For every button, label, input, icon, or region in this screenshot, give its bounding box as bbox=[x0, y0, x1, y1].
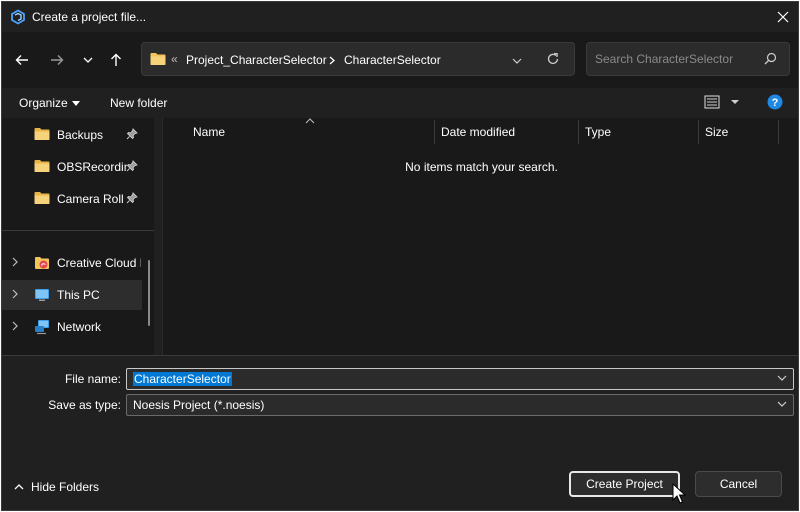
save-type-value: Noesis Project (*.noesis) bbox=[133, 398, 265, 412]
nav-scrollbar[interactable] bbox=[148, 260, 150, 326]
save-type-select[interactable]: Noesis Project (*.noesis) bbox=[126, 394, 794, 416]
arrow-up-icon bbox=[111, 53, 121, 66]
column-divider[interactable] bbox=[434, 120, 435, 144]
address-bar[interactable]: « Project_CharacterSelector CharacterSel… bbox=[141, 42, 575, 76]
change-view-button[interactable] bbox=[704, 94, 744, 113]
chevron-down-icon[interactable] bbox=[777, 401, 787, 407]
nav-item-label: OBSRecordings bbox=[57, 160, 127, 174]
column-header-date-modified[interactable]: Date modified bbox=[441, 125, 515, 139]
column-divider[interactable] bbox=[578, 120, 579, 144]
search-icon bbox=[764, 52, 777, 65]
help-button[interactable]: ? bbox=[767, 94, 783, 113]
breadcrumb-current[interactable]: CharacterSelector bbox=[344, 53, 441, 67]
folder-icon bbox=[150, 53, 166, 65]
window-title: Create a project file... bbox=[32, 10, 147, 24]
sort-ascending-icon bbox=[305, 118, 315, 124]
organize-menu[interactable]: Organize bbox=[19, 96, 68, 110]
address-overflow[interactable]: « bbox=[171, 52, 178, 66]
up-button[interactable] bbox=[104, 48, 128, 72]
recent-locations-button[interactable] bbox=[76, 48, 100, 72]
help-icon: ? bbox=[767, 94, 783, 110]
pin-icon bbox=[126, 160, 138, 172]
nav-item-label: Network bbox=[57, 320, 102, 334]
file-list[interactable]: Name Date modified Type Size No items ma… bbox=[163, 118, 798, 355]
refresh-icon bbox=[547, 52, 559, 64]
refresh-button[interactable] bbox=[546, 52, 560, 69]
column-header-size[interactable]: Size bbox=[705, 125, 728, 139]
chevron-right-icon bbox=[12, 257, 18, 267]
mouse-cursor-icon bbox=[672, 483, 686, 504]
cancel-button[interactable]: Cancel bbox=[695, 471, 782, 497]
forward-button[interactable] bbox=[45, 48, 69, 72]
back-button[interactable] bbox=[10, 48, 34, 72]
hide-folders-label: Hide Folders bbox=[31, 480, 100, 494]
chevron-up-icon bbox=[14, 484, 24, 490]
hide-folders-button[interactable]: Hide Folders bbox=[14, 480, 99, 494]
nav-item-obsrecordings[interactable]: OBSRecordings bbox=[2, 152, 142, 182]
column-divider[interactable] bbox=[698, 120, 699, 144]
folder-icon bbox=[34, 160, 50, 172]
chevron-down-icon[interactable] bbox=[777, 375, 787, 381]
empty-message: No items match your search. bbox=[405, 160, 558, 174]
create-project-button[interactable]: Create Project bbox=[569, 471, 680, 497]
computer-icon bbox=[35, 289, 49, 301]
nav-item-network[interactable]: Network bbox=[2, 312, 142, 342]
chevron-down-icon bbox=[83, 57, 93, 63]
title-bar: Create a project file... bbox=[2, 2, 798, 32]
pin-icon bbox=[126, 128, 138, 140]
breadcrumb-project[interactable]: Project_CharacterSelector bbox=[186, 53, 327, 67]
navigation-pane[interactable]: Backups OBSRecordings Camera Roll bbox=[2, 118, 154, 355]
pin-icon bbox=[126, 192, 138, 204]
address-history-button[interactable] bbox=[512, 53, 522, 67]
close-button[interactable] bbox=[768, 2, 798, 32]
nav-item-this-pc[interactable]: This PC bbox=[2, 280, 142, 310]
new-folder-button[interactable]: New folder bbox=[110, 96, 167, 110]
nav-item-camera-roll[interactable]: Camera Roll bbox=[2, 184, 142, 214]
nav-divider bbox=[2, 230, 154, 231]
search-input[interactable] bbox=[595, 51, 755, 67]
arrow-left-icon bbox=[15, 55, 28, 65]
column-header-type[interactable]: Type bbox=[585, 125, 611, 139]
column-header-name[interactable]: Name bbox=[193, 125, 225, 139]
close-icon bbox=[777, 11, 789, 23]
nav-item-label: Creative Cloud Files bbox=[57, 256, 141, 270]
details-view-icon bbox=[704, 95, 739, 109]
nav-item-label: This PC bbox=[57, 288, 100, 302]
folder-icon bbox=[34, 192, 50, 204]
chevron-down-icon bbox=[512, 58, 522, 64]
arrow-right-icon bbox=[51, 55, 64, 65]
navigation-bar: « Project_CharacterSelector CharacterSel… bbox=[2, 32, 798, 88]
chevron-right-icon bbox=[12, 289, 18, 299]
file-name-value[interactable]: CharacterSelector bbox=[133, 372, 232, 386]
file-name-field[interactable]: CharacterSelector bbox=[126, 368, 794, 390]
command-bar: Organize New folder ? bbox=[2, 88, 798, 118]
column-divider[interactable] bbox=[778, 120, 779, 144]
folder-icon bbox=[34, 128, 50, 140]
save-type-label: Save as type: bbox=[48, 398, 121, 412]
chevron-right-icon bbox=[329, 56, 335, 65]
caret-down-icon bbox=[72, 101, 80, 106]
creative-cloud-icon bbox=[35, 257, 49, 269]
network-icon bbox=[35, 320, 49, 335]
nav-item-creative-cloud[interactable]: Creative Cloud Files bbox=[2, 248, 142, 278]
save-dialog: Create a project file... « Project_Chara… bbox=[1, 1, 799, 511]
dialog-footer: File name: CharacterSelector Save as typ… bbox=[2, 355, 798, 510]
noesis-app-icon bbox=[11, 9, 25, 25]
search-box[interactable] bbox=[586, 42, 790, 76]
chevron-right-icon bbox=[12, 321, 18, 331]
nav-item-backups[interactable]: Backups bbox=[2, 120, 142, 150]
svg-text:?: ? bbox=[772, 97, 779, 109]
file-name-label: File name: bbox=[64, 372, 121, 386]
